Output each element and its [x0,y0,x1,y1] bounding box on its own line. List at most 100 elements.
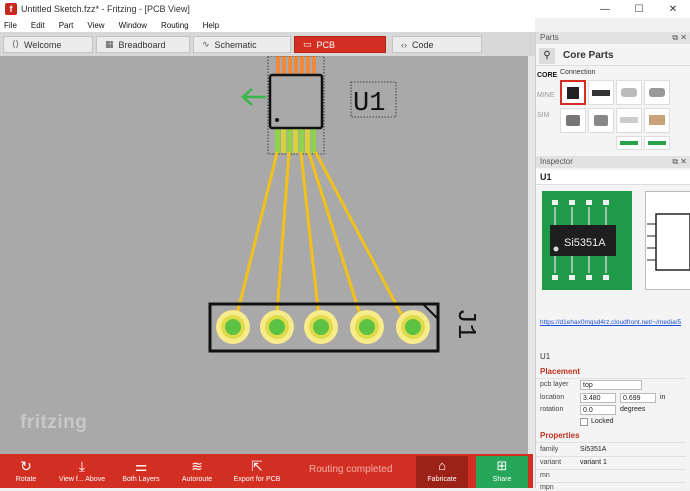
parts-bin-title: Core Parts [563,50,614,61]
export-icon: ⇱ [251,458,263,474]
chip-preview-text: Si5351A [564,237,606,249]
menu-bar: File Edit Part View Window Routing Help [0,18,535,32]
tab-pcb[interactable]: ▭ PCB [294,36,386,53]
menu-help[interactable]: Help [203,21,219,30]
rotation-input[interactable]: 0.0 [580,405,616,415]
divider [536,469,686,470]
fritzing-app-icon: f [5,3,17,15]
bin-tab-mine[interactable]: MINE [537,92,555,99]
window-title: Untitled Sketch.fzz* - Fritzing - [PCB V… [21,4,190,14]
share-label: Share [492,476,512,483]
header-pad-1 [216,310,250,344]
menu-view[interactable]: View [87,21,104,30]
rotation-label: rotation [540,406,564,413]
both-layers-button[interactable]: ⚌ Both Layers [118,456,164,488]
menu-edit[interactable]: Edit [31,21,45,30]
share-button[interactable]: ⊞ Share [476,456,528,488]
tab-label: PCB [316,39,336,50]
tab-schematic[interactable]: ∿ Schematic [193,36,291,53]
search-icon[interactable]: ⚲ [539,47,555,64]
menu-window[interactable]: Window [119,21,147,30]
canvas-vertical-scrollbar[interactable] [528,56,535,454]
chip-preview: Si5351A [550,200,616,280]
schematic-preview [647,213,690,271]
rotation-unit: degrees [620,406,646,413]
parts-search-row: ⚲ Core Parts [536,46,690,66]
code-icon: ‹› [401,39,407,50]
part-tile[interactable] [588,108,614,133]
family-label: family [540,446,559,453]
menu-routing[interactable]: Routing [161,21,189,30]
autoroute-button[interactable]: ≋ Autoroute [176,456,218,488]
rotate-icon: ↻ [20,458,32,474]
divider [536,482,686,483]
location-label: location [540,394,565,401]
part-tile[interactable] [560,80,586,105]
view-from-above-label: View f... Above [58,476,106,483]
panel-float-icon[interactable]: ⧉ ✕ [672,32,687,44]
traces[interactable] [232,151,410,329]
view-from-above-button[interactable]: ⤓ View f... Above [56,456,108,488]
inspector-part-title: U1 [536,170,690,185]
menu-file[interactable]: File [4,21,17,30]
tab-welcome[interactable]: ⟨⟩ Welcome [3,36,93,53]
close-icon[interactable]: ✕ [656,0,690,18]
part-tile[interactable] [616,136,642,150]
parts-section-label: Connection [560,69,596,76]
tab-code[interactable]: ‹› Code [392,36,482,53]
export-pcb-button[interactable]: ⇱ Export for PCB [230,456,284,488]
inspector-panel-header: Inspector ⧉ ✕ [536,156,690,168]
welcome-icon: ⟨⟩ [12,39,20,49]
header-j1[interactable] [208,302,440,353]
view-from-above-icon: ⤓ [78,458,86,474]
part-tile[interactable] [616,108,642,133]
fabricate-button[interactable]: ⌂ Fabricate [416,456,468,488]
header-pad-4 [350,310,384,344]
menu-part[interactable]: Part [59,21,74,30]
both-layers-label: Both Layers [122,476,160,483]
part-tile[interactable] [644,136,670,150]
variant-label: variant [540,459,562,466]
fritzing-watermark: fritzing [20,412,88,433]
header-pad-2 [260,310,294,344]
fabricate-label: Fabricate [427,476,457,483]
tab-label: Schematic [214,39,257,50]
part-tile[interactable] [644,108,670,133]
header-silkscreen-label: J1 [451,308,481,339]
locked-checkbox[interactable] [580,418,588,426]
chip-top-pins [276,56,316,75]
inspector-instance-name: U1 [540,352,551,361]
maximize-icon[interactable]: ☐ [622,0,656,18]
layers-icon: ⚌ [134,458,148,474]
inspector-chip-image: Si5351A [542,191,632,290]
placement-section-title: Placement [540,367,581,376]
autoroute-label: Autoroute [181,476,213,483]
chip-silkscreen-label: U1 [353,89,385,119]
rotate-button[interactable]: ↻ Rotate [6,456,46,488]
part-tile[interactable] [616,80,642,105]
tab-label: Breadboard [118,39,166,50]
part-tile[interactable] [588,80,614,105]
pcb-layer-select[interactable]: top [580,380,642,390]
tab-label: Welcome [24,39,62,50]
pcb-canvas[interactable]: U1 J1 fritzing [0,56,533,454]
side-panel: Parts ⧉ ✕ ⚲ Core Parts CORE MINE SIM Con… [535,32,690,491]
location-x-input[interactable]: 3.480 [580,393,616,403]
bin-tab-core[interactable]: CORE [537,72,557,79]
header-pad-3 [304,310,338,344]
export-pcb-label: Export for PCB [233,476,281,483]
title-bar: f Untitled Sketch.fzz* - Fritzing - [PCB… [0,0,690,18]
datasheet-link[interactable]: https://d1ehax0mqsd4rz.cloudfront.net/~/… [540,319,690,326]
divider [536,442,686,443]
variant-value[interactable]: variant 1 [580,459,607,466]
properties-section-title: Properties [540,431,580,440]
location-y-input[interactable]: 0.699 [620,393,656,403]
panel-float-icon[interactable]: ⧉ ✕ [672,156,687,168]
tab-breadboard[interactable]: ▦ Breadboard [96,36,190,53]
location-unit[interactable]: in [660,394,665,401]
part-tile[interactable] [644,80,670,105]
part-tile[interactable] [560,108,586,133]
bin-tab-sim[interactable]: SIM [537,112,549,119]
pcb-icon: ▭ [303,39,312,49]
minimize-icon[interactable]: — [588,0,622,18]
